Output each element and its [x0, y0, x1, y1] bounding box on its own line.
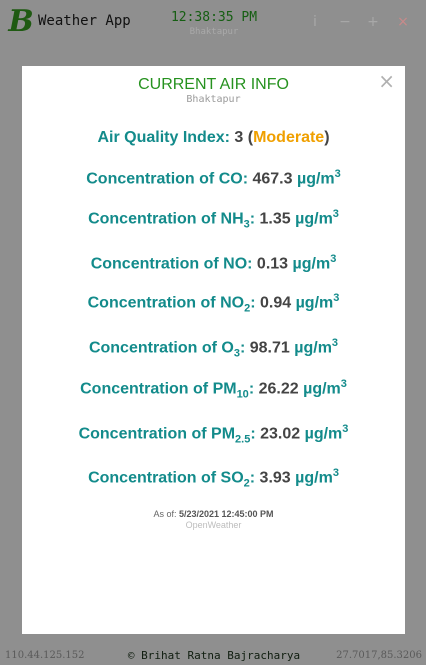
clock-location: Bhaktapur — [189, 27, 239, 37]
pollutant-unit-exponent: 3 — [330, 253, 337, 265]
pollutant-unit-exponent: 3 — [332, 208, 339, 220]
pollutant-unit: µg/m — [295, 210, 333, 228]
pollutant-unit-exponent: 3 — [333, 292, 340, 304]
pollutant-subscript: 3 — [243, 218, 250, 231]
pollutant-subscript: 2.5 — [235, 433, 251, 446]
pollutant-row: Concentration of CO: 467.3 µg/m3 — [86, 168, 341, 188]
pollutant-row: Concentration of O3: 98.71 µg/m3 — [88, 337, 339, 360]
pollutant-value: 1.35 — [259, 210, 291, 228]
pollutant-prefix: Concentration of — [88, 210, 217, 228]
pollutant-unit: µg/m — [294, 339, 332, 357]
pollutant-name: NO — [220, 294, 245, 312]
as-of-label: As of: — [153, 509, 177, 519]
pollutant-row: Concentration of SO2: 3.93 µg/m3 — [88, 467, 339, 490]
pollutant-name: CO — [218, 170, 243, 188]
pollutant-prefix: Concentration of — [88, 339, 217, 357]
data-source: OpenWeather — [185, 520, 242, 530]
pollutant-subscript: 2 — [244, 302, 251, 315]
pollutant-unit-exponent: 3 — [340, 378, 347, 390]
as-of-timestamp: 5/23/2021 12:45:00 PM — [178, 509, 274, 519]
pollutant-row: Concentration of NH3: 1.35 µg/m3 — [88, 208, 339, 231]
pollutant-prefix: Concentration of — [90, 255, 219, 273]
pollutant-prefix: Concentration of — [87, 294, 216, 312]
aqi-category: Moderate — [253, 129, 325, 146]
aqi-label: Air Quality Index: — [97, 129, 230, 146]
title-bar: B Weather App 12:38:35 PM Bhaktapur i − … — [0, 0, 426, 46]
aqi-paren-close: ) — [324, 129, 330, 146]
maximize-button[interactable]: + — [364, 13, 382, 31]
pollutant-unit-exponent: 3 — [342, 423, 349, 435]
pollutant-prefix: Concentration of — [88, 469, 217, 487]
pollutant-value: 0.94 — [259, 294, 292, 312]
app-title: Weather App — [38, 13, 131, 29]
pollutant-unit: µg/m — [292, 255, 331, 273]
pollutant-prefix: Concentration of — [86, 170, 215, 188]
pollutant-value: 23.02 — [260, 425, 301, 443]
clock-time: 12:38:35 PM — [170, 10, 258, 25]
pollutant-name: NH — [220, 210, 244, 228]
as-of-line: As of: 5/23/2021 12:45:00 PM — [22, 509, 405, 519]
aqi-row: Air Quality Index: 3 (Moderate) — [22, 129, 405, 147]
footer-coordinates: 27.7017,85.3206 — [336, 650, 422, 661]
minimize-button[interactable]: − — [336, 13, 354, 31]
pollutant-unit-exponent: 3 — [334, 168, 341, 180]
pollutant-name: PM — [212, 380, 237, 398]
pollutant-name: NO — [223, 255, 248, 273]
pollutant-value: 3.93 — [259, 469, 291, 487]
pollutant-prefix: Concentration of — [80, 380, 209, 398]
pollutant-unit: µg/m — [296, 170, 335, 188]
pollutant-row: Concentration of PM10: 26.22 µg/m3 — [80, 378, 347, 401]
modal-title: CURRENT AIR INFO — [138, 76, 289, 93]
pollutant-unit-exponent: 3 — [331, 337, 339, 349]
pollutant-unit-exponent: 3 — [332, 467, 339, 479]
footer-credit: © Brihat Ratna Bajracharya — [127, 649, 301, 662]
pollutant-unit: µg/m — [295, 294, 334, 312]
pollutant-subscript: 10 — [236, 388, 249, 401]
pollutant-unit: µg/m — [303, 380, 341, 398]
pollutant-row: Concentration of NO: 0.13 µg/m3 — [90, 253, 337, 273]
pollutant-name: O — [221, 339, 234, 357]
pollutant-value: 467.3 — [252, 170, 293, 188]
info-button[interactable]: i — [306, 13, 324, 31]
pollutant-row: Concentration of PM2.5: 23.02 µg/m3 — [78, 423, 349, 446]
footer-bar: 110.44.125.152 © Brihat Ratna Bajrachary… — [0, 646, 426, 665]
pollutant-value: 26.22 — [258, 380, 299, 398]
footer-ip-address: 110.44.125.152 — [5, 650, 85, 661]
pollutant-name: PM — [211, 425, 236, 443]
app-logo-icon: B — [8, 4, 34, 39]
close-window-button[interactable]: × — [394, 13, 412, 31]
pollutant-subscript: 2 — [243, 477, 250, 490]
pollutant-row: Concentration of NO2: 0.94 µg/m3 — [87, 292, 340, 315]
pollutant-subscript: 3 — [233, 347, 240, 360]
air-info-modal: × CURRENT AIR INFO Bhaktapur Air Quality… — [22, 66, 405, 634]
pollutant-value: 0.13 — [256, 255, 289, 273]
pollutant-value: 98.71 — [249, 339, 290, 357]
modal-subtitle: Bhaktapur — [186, 94, 241, 105]
pollutant-unit: µg/m — [304, 425, 343, 443]
pollutant-name: SO — [220, 469, 244, 487]
pollutant-unit: µg/m — [295, 469, 333, 487]
pollutant-prefix: Concentration of — [78, 425, 207, 443]
aqi-value: 3 — [234, 129, 244, 146]
